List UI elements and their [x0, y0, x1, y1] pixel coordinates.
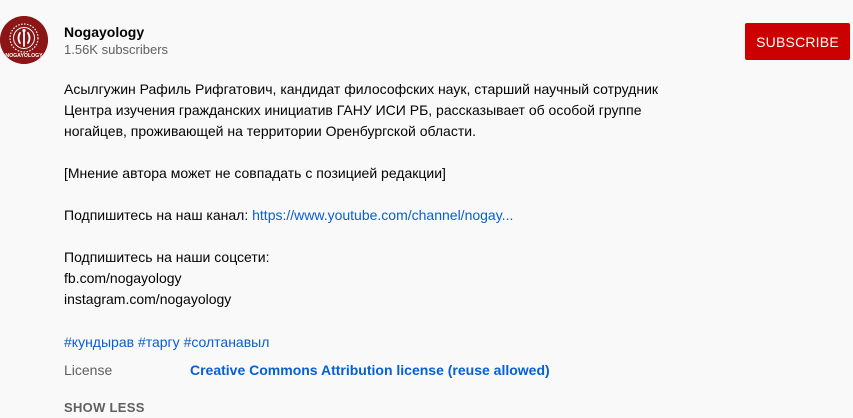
description-line: Асылгужин Рафиль Рифгатович, кандидат фи…: [64, 81, 659, 97]
description-disclaimer: [Мнение автора может не совпадать с пози…: [64, 165, 446, 181]
social-heading: Подпишитесь на наши соцсети:: [64, 249, 270, 265]
channel-name[interactable]: Nogayology: [64, 23, 144, 41]
license-label: License: [64, 362, 113, 378]
video-description: Асылгужин Рафиль Рифгатович, кандидат фи…: [64, 79, 704, 310]
show-less-button[interactable]: SHOW LESS: [64, 399, 145, 417]
description-subscribe-line: Подпишитесь на наш канал: https://www.yo…: [64, 205, 704, 226]
channel-logo-icon: NOGAYOLOGY: [0, 16, 48, 64]
license-link[interactable]: Creative Commons Attribution license (re…: [190, 360, 550, 380]
channel-avatar[interactable]: NOGAYOLOGY: [0, 16, 48, 64]
description-line: Центра изучения гражданских инициатив ГА…: [64, 102, 642, 118]
svg-text:NOGAYOLOGY: NOGAYOLOGY: [5, 53, 43, 59]
hashtag-link[interactable]: #таргу: [138, 334, 180, 350]
social-instagram-text: instagram.com/nogayology: [64, 291, 232, 307]
subscriber-count: 1.56K subscribers: [64, 42, 169, 57]
description-line: ногайцев, проживающей на территории Орен…: [64, 123, 476, 139]
subscribe-button[interactable]: SUBSCRIBE: [745, 23, 850, 60]
social-fb-text: fb.com/nogayology: [64, 270, 182, 286]
hashtag-link[interactable]: #кундырав: [64, 334, 134, 350]
channel-link[interactable]: https://www.youtube.com/channel/nogay...: [252, 207, 513, 223]
hashtag-link[interactable]: #солтанавыл: [184, 334, 270, 350]
subscribe-prompt-text: Подпишитесь на наш канал:: [64, 207, 253, 223]
hashtag-list: #кундырав #таргу #солтанавыл: [64, 332, 269, 352]
